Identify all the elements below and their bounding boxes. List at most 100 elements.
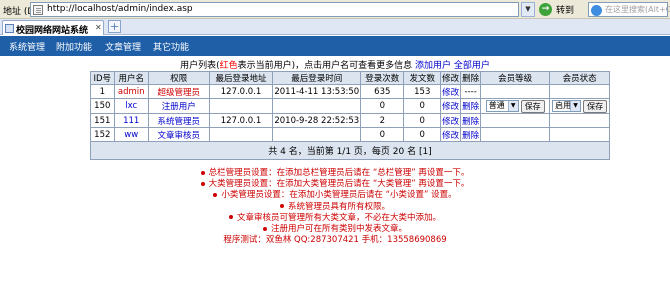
- new-tab-button[interactable]: +: [108, 20, 121, 33]
- search-input[interactable]: 在这里搜索(Alt+C): [588, 2, 670, 17]
- bullet-icon: [228, 215, 233, 220]
- app-nav: 系统管理 附加功能 文章管理 其它功能: [0, 36, 670, 56]
- page-icon: [5, 24, 14, 33]
- user-id: 152: [90, 127, 115, 142]
- post-count: 153: [403, 84, 442, 99]
- column-header: 用户名: [113, 71, 149, 85]
- chevron-down-icon: ▼: [507, 101, 518, 111]
- last-login-ip: 127.0.0.1: [208, 113, 274, 128]
- list-item: 小类管理员设置：在添加小类管理员后请在 “小类设置” 设置。: [0, 190, 670, 201]
- search-icon: [591, 5, 602, 16]
- member-status-cell: [549, 84, 610, 99]
- note-text: 总栏管理员设置：在添加总栏管理员后请在 “总栏管理” 再设置一下。: [208, 168, 470, 178]
- edit-link[interactable]: 修改: [440, 84, 462, 99]
- table-row: 152 ww 文章审核员 0 0 修改 删除: [90, 127, 610, 142]
- edit-link[interactable]: 修改: [440, 113, 462, 128]
- all-users-link[interactable]: 全部用户: [454, 61, 490, 71]
- username-link[interactable]: 111: [113, 113, 149, 128]
- browser-tab[interactable]: 校园网络网站系统 ✕: [2, 20, 104, 36]
- username-link[interactable]: lxc: [113, 98, 149, 114]
- column-header: 最后登录地址: [208, 71, 274, 85]
- list-item: 系统管理员具有所有权限。: [0, 202, 670, 213]
- bullet-icon: [279, 204, 284, 209]
- go-button[interactable]: → 转到: [539, 2, 585, 17]
- chevron-down-icon: ▼: [570, 101, 581, 111]
- column-header: 会员等级: [480, 71, 551, 85]
- post-count: 0: [403, 127, 442, 142]
- intro-prefix: 用户列表(: [180, 61, 220, 71]
- intro-middle: 表示当前用户)，点击用户名可查看更多信息: [237, 61, 413, 71]
- username-link[interactable]: admin: [113, 84, 149, 99]
- table-row: 150 lxc 注册用户 0 0 修改 删除 普通 ▼ 保存 启用 ▼ 保存: [90, 98, 610, 114]
- note-text: 注册用户可在所有类别中发表文章。: [270, 224, 407, 235]
- delete-link[interactable]: 删除: [460, 127, 482, 142]
- list-item: 大类管理员设置：在添加大类管理员后请在 “大类管理” 再设置一下。: [0, 179, 670, 190]
- last-login-time: [272, 98, 362, 114]
- nav-item-extra[interactable]: 附加功能: [56, 40, 92, 53]
- user-role: 超级管理员: [147, 84, 210, 99]
- last-login-time: 2011-4-11 13:53:50: [272, 84, 362, 99]
- bullet-icon: [200, 170, 205, 175]
- column-header: 修改: [440, 71, 462, 85]
- member-status-select[interactable]: 启用 ▼: [552, 100, 582, 112]
- last-login-ip: [208, 127, 274, 142]
- pagination-text: 共 4 名，当前第 1/1 页，每页 20 名 [1]: [90, 141, 610, 160]
- url-text: http://localhost/admin/index.asp: [47, 4, 193, 14]
- user-list-intro: 用户列表(红色表示当前用户)，点击用户名可查看更多信息 添加用户 全部用户: [0, 58, 670, 71]
- column-header: 会员状态: [549, 71, 610, 85]
- member-level-cell: 普通 ▼ 保存: [480, 98, 551, 114]
- login-count: 635: [360, 84, 405, 99]
- user-id: 150: [90, 98, 115, 114]
- tab-bar: 校园网络网站系统 ✕ +: [0, 19, 670, 36]
- close-icon[interactable]: ✕: [95, 23, 102, 32]
- column-header: 最后登录时间: [272, 71, 362, 85]
- member-status-cell: 启用 ▼ 保存: [549, 98, 610, 114]
- delete-placeholder: ----: [460, 84, 482, 99]
- login-count: 2: [360, 113, 405, 128]
- member-status-save-button[interactable]: 保存: [583, 99, 608, 113]
- bullet-icon: [200, 181, 205, 186]
- edit-link[interactable]: 修改: [440, 98, 462, 114]
- column-header: 权限: [147, 71, 210, 85]
- table-header-row: ID号 用户名 权限 最后登录地址 最后登录时间 登录次数 发文数 修改 删除 …: [90, 71, 610, 85]
- table-row: 1 admin 超级管理员 127.0.0.1 2011-4-11 13:53:…: [90, 84, 610, 99]
- note-text: 大类管理员设置：在添加大类管理员后请在 “大类管理” 再设置一下。: [208, 179, 470, 190]
- member-level-cell: [480, 127, 551, 142]
- nav-item-articles[interactable]: 文章管理: [105, 40, 141, 53]
- note-text: 文章审核员可管理所有大类文章，不必在大类中添加。: [236, 212, 441, 223]
- column-header: 发文数: [403, 71, 442, 85]
- nav-item-other[interactable]: 其它功能: [153, 40, 189, 53]
- user-role: 系统管理员: [147, 113, 210, 128]
- member-level-cell: [480, 113, 551, 128]
- user-table: ID号 用户名 权限 最后登录地址 最后登录时间 登录次数 发文数 修改 删除 …: [90, 71, 610, 160]
- url-dropdown-button[interactable]: ▼: [521, 2, 535, 17]
- user-id: 1: [90, 84, 115, 99]
- member-level-value: 普通: [488, 101, 505, 110]
- last-login-time: [272, 127, 362, 142]
- list-item: 文章审核员可管理所有大类文章，不必在大类中添加。: [0, 213, 670, 224]
- last-login-ip: 127.0.0.1: [208, 84, 274, 99]
- address-bar: 地址 (D) http://localhost/admin/index.asp …: [0, 0, 670, 19]
- page-icon: [33, 5, 43, 15]
- nav-item-system[interactable]: 系统管理: [9, 40, 45, 53]
- url-input[interactable]: http://localhost/admin/index.asp: [30, 2, 519, 17]
- search-placeholder: 在这里搜索(Alt+C): [605, 5, 670, 14]
- delete-link[interactable]: 删除: [460, 113, 482, 128]
- note-text: 系统管理员具有所有权限。: [287, 201, 390, 212]
- login-count: 0: [360, 127, 405, 142]
- pagination-row: 共 4 名，当前第 1/1 页，每页 20 名 [1]: [90, 141, 610, 160]
- intro-red-word: 红色: [219, 61, 238, 71]
- member-level-save-button[interactable]: 保存: [520, 99, 545, 113]
- column-header: 登录次数: [360, 71, 405, 85]
- member-status-value: 启用: [555, 101, 572, 110]
- list-item: 总栏管理员设置：在添加总栏管理员后请在 “总栏管理” 再设置一下。: [0, 168, 670, 179]
- edit-link[interactable]: 修改: [440, 127, 462, 142]
- username-link[interactable]: ww: [113, 127, 149, 142]
- member-level-select[interactable]: 普通 ▼: [485, 100, 519, 112]
- last-login-time: 2010-9-28 22:52:53: [272, 113, 362, 128]
- user-role: 文章审核员: [147, 127, 210, 142]
- user-id: 151: [90, 113, 115, 128]
- bullet-icon: [213, 192, 218, 197]
- add-user-link[interactable]: 添加用户: [415, 61, 451, 71]
- delete-link[interactable]: 删除: [460, 98, 482, 114]
